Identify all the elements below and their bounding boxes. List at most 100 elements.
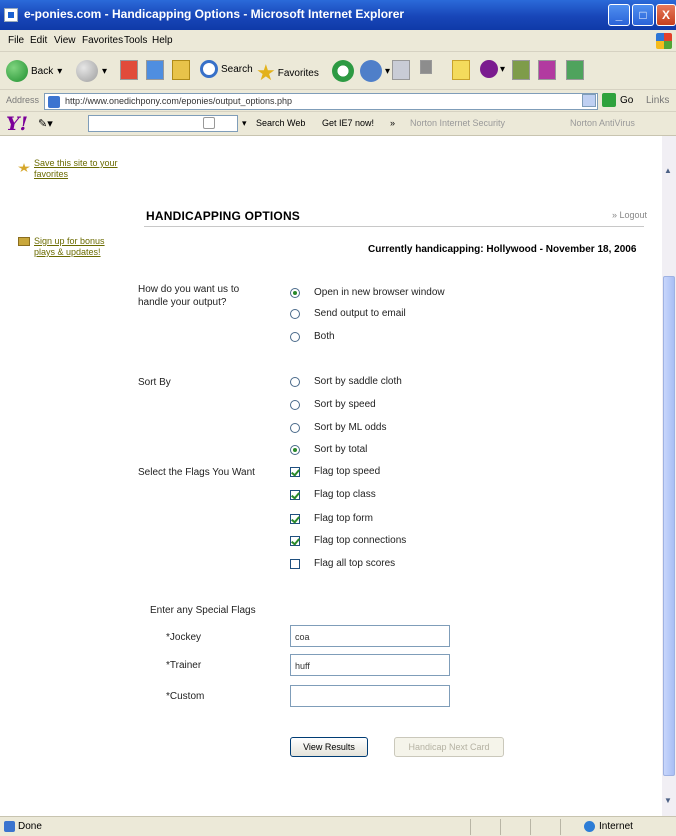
logout-link[interactable]: » Logout xyxy=(612,210,647,220)
vertical-scrollbar[interactable]: ▲ ▼ xyxy=(662,136,676,816)
option-label: Sort by ML odds xyxy=(314,422,387,433)
menu-favorites[interactable]: Favorites xyxy=(82,35,123,46)
print-button[interactable] xyxy=(392,60,410,80)
menu-help[interactable]: Help xyxy=(152,35,173,46)
mail-icon xyxy=(18,237,30,246)
flag-top-class[interactable]: Flag top class xyxy=(290,489,376,500)
radio-button[interactable] xyxy=(290,287,300,298)
signup-link[interactable]: Sign up for bonus plays & updates! xyxy=(34,236,120,258)
radio-button[interactable] xyxy=(290,331,300,342)
norton-antivirus-button[interactable]: Norton AntiVirus xyxy=(570,118,635,128)
search-web-button[interactable]: Search Web xyxy=(256,118,305,128)
menu-edit[interactable]: Edit xyxy=(30,35,47,46)
radio-button[interactable] xyxy=(290,376,300,387)
users-icon xyxy=(566,60,584,80)
radio-button[interactable] xyxy=(290,444,300,455)
flag-all-top-scores[interactable]: Flag all top scores xyxy=(290,558,395,569)
address-input[interactable]: http://www.onedichpony.com/eponies/outpu… xyxy=(44,93,598,110)
tools-icon xyxy=(538,60,556,80)
option-label: Sort by total xyxy=(314,444,368,455)
windows-logo-icon xyxy=(656,33,672,49)
messenger-button[interactable]: ▾ xyxy=(480,60,505,78)
menu-tools[interactable]: Tools xyxy=(124,35,147,46)
option-label: Flag top form xyxy=(314,513,373,524)
mail-icon xyxy=(360,60,382,82)
yahoo-search-dropdown-icon[interactable]: ▾ xyxy=(242,118,247,129)
jockey-input[interactable]: coa xyxy=(290,625,450,647)
mail-button[interactable]: ▾ xyxy=(360,60,390,82)
yahoo-logo[interactable]: Y! xyxy=(6,113,28,135)
menu-file[interactable]: File xyxy=(8,35,24,46)
sort-option-speed[interactable]: Sort by speed xyxy=(290,399,376,410)
users-button[interactable] xyxy=(566,60,584,80)
maximize-button[interactable]: □ xyxy=(632,4,654,26)
refresh-button[interactable] xyxy=(146,60,164,80)
checkbox[interactable] xyxy=(290,489,300,500)
checkbox[interactable] xyxy=(290,466,300,477)
norton-security-button[interactable]: Norton Internet Security xyxy=(410,118,505,128)
star-icon: ★ xyxy=(256,60,276,85)
output-option-email[interactable]: Send output to email xyxy=(290,308,406,319)
back-label: Back xyxy=(31,65,54,77)
search-button[interactable]: Search xyxy=(200,60,253,78)
radio-button[interactable] xyxy=(290,308,300,319)
flag-top-speed[interactable]: Flag top speed xyxy=(290,466,380,477)
handicap-next-card-button[interactable]: Handicap Next Card xyxy=(394,737,504,757)
option-label: Open in new browser window xyxy=(314,287,445,298)
checkbox[interactable] xyxy=(290,558,300,569)
option-label: Send output to email xyxy=(314,308,406,319)
close-button[interactable]: X xyxy=(656,4,676,26)
stop-icon xyxy=(120,60,138,80)
toolbar: Back ▾ ▾ Search ★ Favorites ▾ ▾ xyxy=(0,52,676,90)
trainer-input[interactable]: huff xyxy=(290,654,450,676)
favorites-star-icon xyxy=(18,163,30,172)
discuss-button[interactable] xyxy=(452,60,470,80)
home-button[interactable] xyxy=(172,60,190,80)
globe-icon xyxy=(584,821,595,832)
view-results-button[interactable]: View Results xyxy=(290,737,368,757)
flags-label: Select the Flags You Want xyxy=(138,467,255,478)
security-zone: Internet xyxy=(584,821,633,832)
stop-button[interactable] xyxy=(120,60,138,80)
edit-button[interactable] xyxy=(420,60,432,74)
checkbox[interactable] xyxy=(290,513,300,524)
option-label: Flag top class xyxy=(314,489,376,500)
clear-icon[interactable] xyxy=(203,117,215,129)
sort-option-saddle-cloth[interactable]: Sort by saddle cloth xyxy=(290,376,402,387)
scrollbar-thumb[interactable] xyxy=(663,276,675,776)
address-bar: Address http://www.onedichpony.com/eponi… xyxy=(0,90,676,112)
output-option-new-window[interactable]: Open in new browser window xyxy=(290,287,445,298)
flag-top-form[interactable]: Flag top form xyxy=(290,513,373,524)
more-chevron-icon[interactable]: » xyxy=(390,118,395,128)
address-dropdown-button[interactable] xyxy=(582,94,596,107)
links-button[interactable]: Links xyxy=(646,95,669,106)
current-race-info: Currently handicapping: Hollywood - Nove… xyxy=(368,244,636,255)
currently-label: Currently handicapping: xyxy=(368,244,484,255)
tools-button[interactable] xyxy=(538,60,556,80)
pencil-icon[interactable]: ✎▾ xyxy=(38,117,53,130)
page-icon xyxy=(4,821,15,832)
radio-button[interactable] xyxy=(290,422,300,433)
sort-option-total[interactable]: Sort by total xyxy=(290,444,367,455)
checkbox[interactable] xyxy=(290,535,300,546)
jockey-label: *Jockey xyxy=(166,632,202,643)
scroll-down-icon[interactable]: ▼ xyxy=(664,796,672,805)
add-favorites-link[interactable]: Save this site to your favorites xyxy=(34,158,120,180)
flag-top-connections[interactable]: Flag top connections xyxy=(290,535,406,546)
minimize-button[interactable]: _ xyxy=(608,4,630,26)
scroll-up-icon[interactable]: ▲ xyxy=(664,166,672,175)
get-ie7-button[interactable]: Get IE7 now! xyxy=(322,118,374,128)
back-button[interactable]: Back ▾ xyxy=(6,60,62,82)
window-title: e-ponies.com - Handicapping Options - Mi… xyxy=(24,7,405,21)
radio-button[interactable] xyxy=(290,399,300,410)
forward-button[interactable]: ▾ xyxy=(76,60,107,82)
menu-view[interactable]: View xyxy=(54,35,76,46)
research-button[interactable] xyxy=(512,60,530,80)
history-button[interactable] xyxy=(332,60,354,82)
output-option-both[interactable]: Both xyxy=(290,331,335,342)
favorites-button[interactable]: ★ Favorites xyxy=(256,60,319,86)
go-button[interactable]: Go xyxy=(602,93,633,107)
sort-option-ml-odds[interactable]: Sort by ML odds xyxy=(290,422,386,433)
custom-input[interactable] xyxy=(290,685,450,707)
yahoo-search-input[interactable] xyxy=(88,115,238,132)
